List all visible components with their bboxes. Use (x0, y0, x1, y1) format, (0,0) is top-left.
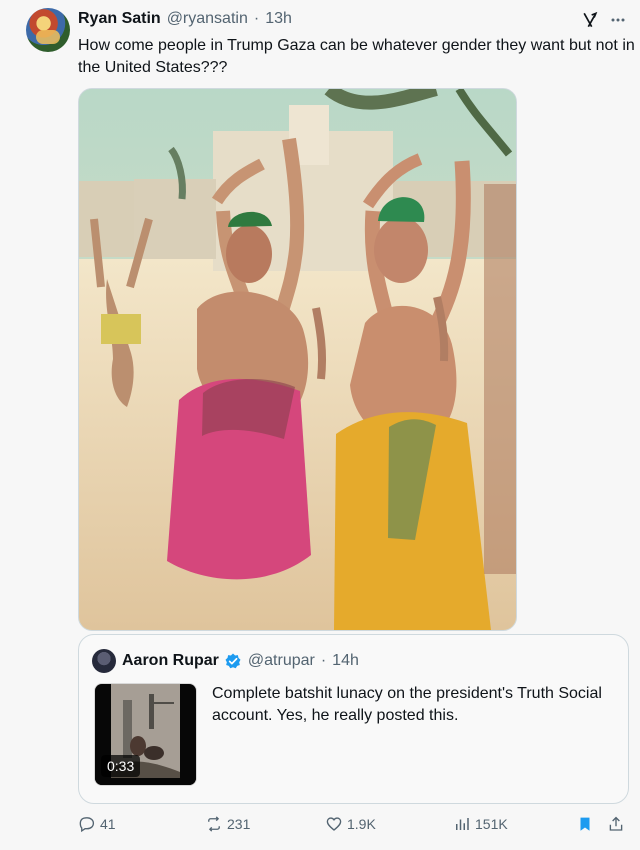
aaron-rupar-avatar[interactable] (92, 649, 116, 673)
heart-icon (326, 817, 342, 831)
tweet-time[interactable]: 13h (265, 10, 292, 28)
header-separator: · (253, 10, 260, 27)
analytics-icon (456, 818, 469, 830)
like-count: 1.9K (347, 816, 376, 832)
repost-icon (208, 816, 220, 832)
author-name[interactable]: Ryan Satin (78, 10, 161, 28)
tweet-video[interactable] (78, 88, 517, 631)
like-button[interactable]: 1.9K (325, 815, 376, 833)
author-handle[interactable]: @ryansatin (167, 10, 248, 28)
ryan-satin-avatar[interactable] (26, 8, 70, 52)
view-count: 151K (475, 816, 508, 832)
bookmark-button[interactable] (576, 815, 594, 833)
share-icon (609, 816, 623, 831)
quoted-author-handle[interactable]: @atrupar (248, 652, 315, 670)
verified-badge-icon (225, 653, 241, 669)
tweet-actions: 41 231 1.9K 151K (78, 815, 626, 839)
reply-button[interactable]: 41 (78, 815, 116, 833)
quoted-tweet[interactable]: Aaron Rupar @atrupar · 14h 0:33 Complete… (78, 634, 629, 804)
views-button[interactable]: 151K (453, 815, 508, 833)
quoted-tweet-header: Aaron Rupar @atrupar · 14h (122, 650, 359, 672)
reply-icon (79, 817, 95, 833)
quoted-tweet-time[interactable]: 14h (332, 652, 359, 670)
grok-icon[interactable] (578, 8, 602, 32)
more-icon[interactable] (606, 8, 630, 32)
quoted-tweet-text: Complete batshit lunacy on the president… (212, 685, 602, 724)
repost-button[interactable]: 231 (205, 815, 250, 833)
reply-count: 41 (100, 816, 116, 832)
tweet-text: How come people in Trump Gaza can be wha… (78, 37, 635, 76)
video-duration: 0:33 (101, 755, 141, 777)
repost-count: 231 (227, 816, 251, 832)
quoted-video-thumbnail[interactable]: 0:33 (94, 683, 197, 786)
quoted-header-separator: · (320, 652, 327, 669)
tweet-card: Ryan Satin @ryansatin · 13h How come peo… (4, 0, 636, 850)
share-button[interactable] (607, 815, 625, 833)
tweet-header: Ryan Satin @ryansatin · 13h (78, 9, 292, 29)
bookmark-icon (580, 817, 590, 831)
quoted-author-name[interactable]: Aaron Rupar (122, 652, 219, 670)
